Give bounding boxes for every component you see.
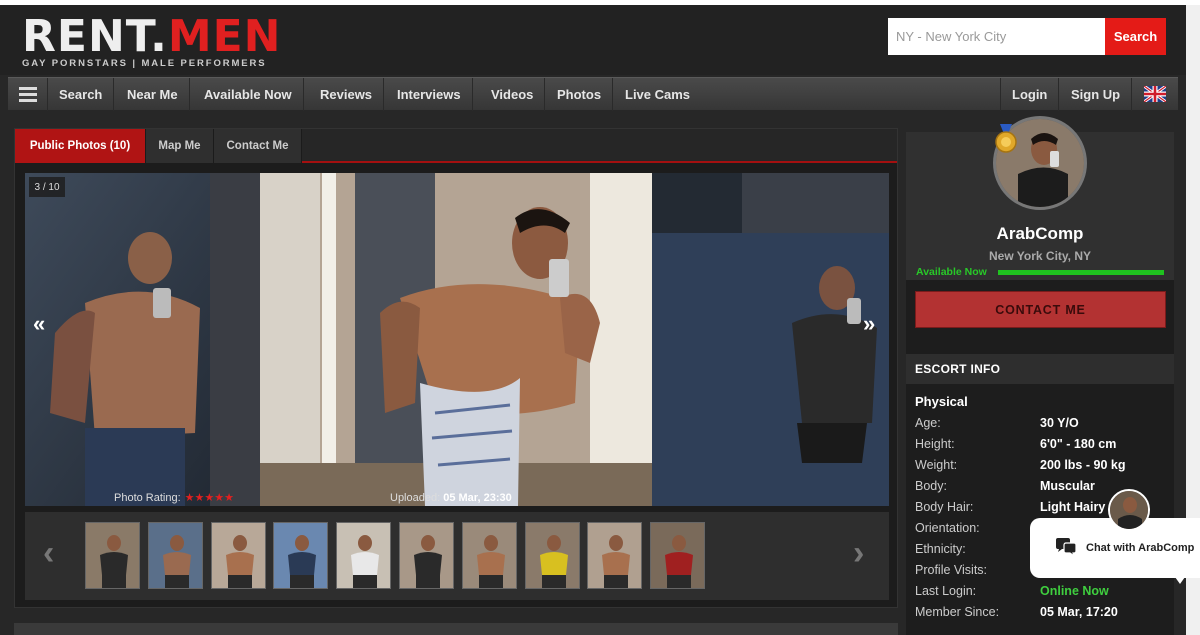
photo-thumbnail[interactable] bbox=[336, 522, 392, 589]
info-key: Ethnicity: bbox=[915, 542, 966, 556]
info-key: Age: bbox=[915, 416, 941, 430]
uploaded-label: Uploaded: bbox=[390, 491, 441, 504]
info-row: Weight: 200 lbs - 90 kg bbox=[915, 458, 1165, 479]
photo-current[interactable] bbox=[260, 173, 652, 506]
photo-thumbnail[interactable] bbox=[524, 522, 580, 589]
photo-rating: Photo Rating: ★★★★★ bbox=[114, 489, 234, 506]
info-value: 30 Y/O bbox=[1040, 416, 1079, 430]
escort-info-heading: ESCORT INFO bbox=[906, 354, 1174, 384]
menu-icon[interactable] bbox=[8, 78, 48, 111]
info-row: Age: 30 Y/O bbox=[915, 416, 1165, 437]
thumb-prev-arrow[interactable]: ‹ bbox=[43, 534, 54, 573]
thumbnail-strip: ‹ › bbox=[25, 512, 889, 600]
info-value: 05 Mar, 17:20 bbox=[1040, 605, 1118, 619]
search-button[interactable]: Search bbox=[1105, 18, 1166, 55]
photo-uploaded: Uploaded: 05 Mar, 23:30 bbox=[390, 489, 512, 506]
chat-label: Chat with ArabComp bbox=[1086, 542, 1195, 554]
info-row: Member Since: 05 Mar, 17:20 bbox=[915, 605, 1165, 626]
nav-live-cams[interactable]: Live Cams bbox=[614, 78, 701, 111]
chat-icon bbox=[1054, 537, 1078, 560]
nav-search[interactable]: Search bbox=[48, 78, 115, 111]
next-section-bar bbox=[14, 623, 898, 635]
photo-thumbnail[interactable] bbox=[399, 522, 454, 589]
uploaded-value: 05 Mar, 23:30 bbox=[443, 491, 512, 504]
photo-thumbnail[interactable] bbox=[147, 522, 203, 589]
photo-gallery: 3 / 10 « » Photo Rating: ★★★★★ Uploaded:… bbox=[25, 173, 889, 506]
photo-rating-label: Photo Rating: bbox=[114, 491, 181, 504]
info-row: Height: 6'0" - 180 cm bbox=[915, 437, 1165, 458]
photo-previous[interactable] bbox=[25, 173, 260, 506]
profile-name: ArabComp bbox=[996, 224, 1084, 243]
info-key: Weight: bbox=[915, 458, 958, 472]
info-key: Body Hair: bbox=[915, 500, 974, 514]
nav-login[interactable]: Login bbox=[1000, 78, 1060, 111]
info-key: Height: bbox=[915, 437, 955, 451]
photo-counter: 3 / 10 bbox=[29, 177, 65, 197]
physical-section-title: Physical bbox=[915, 394, 968, 409]
info-key: Profile Visits: bbox=[915, 563, 988, 577]
availability-status: Available Now bbox=[916, 266, 987, 278]
photo-thumbnail[interactable] bbox=[587, 522, 643, 589]
photo-thumbnail[interactable] bbox=[461, 522, 517, 589]
profile-card: ArabComp New York City, NY Available Now bbox=[906, 116, 1174, 280]
nav-videos[interactable]: Videos bbox=[480, 78, 546, 111]
nav-signup[interactable]: Sign Up bbox=[1060, 78, 1133, 111]
nav-near-me[interactable]: Near Me bbox=[116, 78, 190, 111]
info-value: Online Now bbox=[1040, 584, 1109, 598]
page: RENT.MEN GAY PORNSTARS | MALE PERFORMERS… bbox=[0, 0, 1200, 635]
chat-widget[interactable]: Chat with ArabComp bbox=[1030, 518, 1200, 578]
photo-panel: Public Photos (10) Map Me Contact Me 3 /… bbox=[14, 128, 898, 608]
uk-flag-icon[interactable] bbox=[1144, 86, 1166, 102]
photo-next[interactable] bbox=[652, 173, 889, 506]
nav-interviews[interactable]: Interviews bbox=[386, 78, 473, 111]
nav-available-now[interactable]: Available Now bbox=[193, 78, 304, 111]
photo-thumbnail[interactable] bbox=[273, 522, 329, 589]
profile-tabs: Public Photos (10) Map Me Contact Me bbox=[15, 129, 897, 163]
tab-map-me[interactable]: Map Me bbox=[146, 129, 214, 163]
profile-location: New York City, NY bbox=[988, 249, 1092, 263]
nav-photos[interactable]: Photos bbox=[546, 78, 614, 111]
info-key: Orientation: bbox=[915, 521, 980, 535]
info-value: 200 lbs - 90 kg bbox=[1040, 458, 1126, 472]
info-key: Last Login: bbox=[915, 584, 977, 598]
chat-avatar[interactable] bbox=[1108, 489, 1150, 531]
logo-rent: RENT. bbox=[22, 11, 168, 62]
nav-reviews[interactable]: Reviews bbox=[309, 78, 385, 111]
gallery-next-arrow[interactable]: » bbox=[863, 311, 875, 337]
chat-bubble-tail bbox=[1170, 570, 1190, 584]
site-header: RENT.MEN GAY PORNSTARS | MALE PERFORMERS… bbox=[0, 5, 1200, 75]
thumb-next-arrow[interactable]: › bbox=[853, 534, 864, 573]
tab-contact-me[interactable]: Contact Me bbox=[214, 129, 302, 163]
site-tagline: GAY PORNSTARS | MALE PERFORMERS bbox=[22, 58, 267, 69]
medal-icon bbox=[994, 124, 1018, 159]
star-rating-icon: ★★★★★ bbox=[184, 492, 234, 504]
search-input[interactable] bbox=[888, 18, 1106, 55]
contact-me-button[interactable]: CONTACT ME bbox=[915, 291, 1166, 328]
info-key: Member Since: bbox=[915, 605, 1000, 619]
logo-men: MEN bbox=[167, 11, 282, 62]
main-nav: Search Near Me Available Now Reviews Int… bbox=[8, 77, 1178, 111]
photo-thumbnail[interactable] bbox=[650, 522, 706, 589]
site-logo[interactable]: RENT.MEN bbox=[22, 13, 281, 61]
gallery-prev-arrow[interactable]: « bbox=[33, 311, 45, 337]
photo-thumbnail[interactable] bbox=[210, 522, 266, 589]
photo-thumbnail[interactable] bbox=[85, 522, 140, 589]
availability-bar bbox=[998, 270, 1164, 275]
tab-public-photos[interactable]: Public Photos (10) bbox=[15, 129, 146, 163]
info-key: Body: bbox=[915, 479, 947, 493]
info-row: Last Login: Online Now bbox=[915, 584, 1165, 605]
info-value: 6'0" - 180 cm bbox=[1040, 437, 1117, 451]
info-value: Muscular bbox=[1040, 479, 1095, 493]
